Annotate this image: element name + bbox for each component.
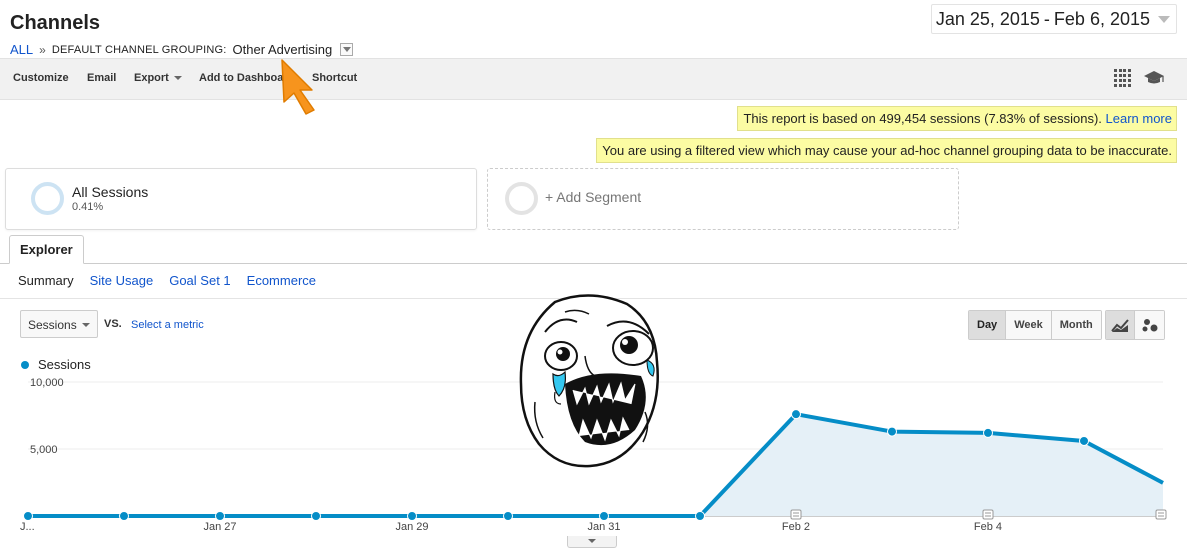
data-point: [23, 511, 33, 521]
sampling-notice: This report is based on 499,454 sessions…: [737, 106, 1177, 131]
x-tick-label: Feb 2: [782, 521, 810, 533]
page-title: Channels: [10, 12, 101, 34]
annotation-marker-icon: [1155, 509, 1167, 520]
segment-name: All Sessions: [72, 184, 149, 200]
vs-label: VS.: [104, 318, 122, 330]
grouping-dropdown-button[interactable]: [340, 43, 354, 56]
data-point: [983, 427, 993, 438]
annotation-marker-icon: [982, 509, 994, 520]
breadcrumb-grouping-label: DEFAULT CHANNEL GROUPING:: [51, 43, 227, 56]
metric-select[interactable]: Sessions: [20, 310, 98, 338]
tab-divider: [0, 263, 1187, 264]
y-tick-label: 10,000: [30, 377, 64, 389]
subtab-ecommerce[interactable]: Ecommerce: [247, 273, 316, 288]
filtered-view-notice: You are using a filtered view which may …: [596, 138, 1177, 163]
date-range-picker[interactable]: Jan 25, 2015 - Feb 6, 2015: [930, 4, 1177, 34]
data-point: [791, 409, 801, 420]
graduation-cap-icon[interactable]: [1143, 70, 1165, 86]
date-range-end: Feb 6, 2015: [1053, 8, 1150, 29]
period-day-button[interactable]: Day: [969, 311, 1007, 339]
data-point: [407, 511, 417, 521]
pointer-arrow-icon: [281, 59, 315, 115]
data-point: [119, 511, 129, 521]
export-label: Export: [134, 72, 169, 84]
learn-more-link[interactable]: Learn more: [1106, 111, 1172, 126]
date-range-start: Jan 25, 2015: [935, 8, 1040, 29]
legend-dot: [21, 360, 29, 369]
period-week-button[interactable]: Week: [1006, 311, 1052, 339]
period-toggle: Day Week Month: [968, 310, 1102, 340]
chart-view-toggle: [1105, 310, 1165, 340]
motion-chart-view-button[interactable]: [1135, 311, 1164, 339]
add-segment-label: + Add Segment: [545, 189, 642, 205]
data-point: [215, 511, 225, 521]
segment-ring-icon: [505, 182, 538, 215]
explorer-subtabs: Summary Site Usage Goal Set 1 Ecommerce: [18, 273, 316, 288]
subtab-goal-set-1[interactable]: Goal Set 1: [169, 273, 230, 288]
x-tick-label: Jan 31: [587, 521, 620, 533]
grid-icon[interactable]: [1114, 69, 1132, 87]
chevron-down-icon: [1158, 15, 1170, 23]
report-toolbar: Customize Email Export Add to Dashboard …: [0, 58, 1187, 100]
period-month-button[interactable]: Month: [1051, 311, 1101, 339]
breadcrumb-all-link[interactable]: ALL: [10, 42, 33, 57]
customize-button[interactable]: Customize: [13, 72, 69, 84]
line-chart-icon: [1111, 319, 1129, 332]
export-button[interactable]: Export: [134, 72, 182, 84]
line-chart-view-button[interactable]: [1106, 311, 1135, 339]
data-point: [887, 426, 897, 437]
data-point: [599, 511, 609, 521]
subtab-summary[interactable]: Summary: [18, 273, 74, 288]
crying-rage-face-image: [519, 294, 659, 468]
data-point: [1079, 435, 1089, 446]
subtab-site-usage[interactable]: Site Usage: [90, 273, 154, 288]
breadcrumb: ALL » DEFAULT CHANNEL GROUPING: Other Ad…: [10, 42, 354, 57]
data-point: [503, 511, 513, 521]
add-segment-button[interactable]: + Add Segment: [487, 168, 959, 230]
segment-percent: 0.41%: [72, 201, 104, 213]
x-tick-label: Jan 27: [203, 521, 236, 533]
sampling-notice-text: This report is based on 499,454 sessions…: [743, 111, 1102, 126]
breadcrumb-grouping-value: Other Advertising: [232, 42, 333, 57]
annotation-marker-icon: [790, 509, 802, 520]
tab-explorer[interactable]: Explorer: [9, 235, 84, 264]
chart-legend: Sessions: [21, 357, 91, 372]
x-tick-label: J...: [20, 521, 35, 533]
collapse-chart-button[interactable]: [567, 536, 617, 548]
y-tick-label: 5,000: [30, 444, 58, 456]
email-button[interactable]: Email: [87, 72, 116, 84]
date-range-separator: -: [1043, 8, 1050, 29]
select-metric-link[interactable]: Select a metric: [131, 319, 204, 331]
data-point: [695, 511, 705, 521]
x-tick-label: Jan 29: [395, 521, 428, 533]
caret-down-icon: [173, 76, 182, 81]
breadcrumb-separator: »: [39, 42, 46, 57]
segment-ring-icon: [31, 182, 64, 215]
data-point: [311, 511, 321, 521]
x-tick-label: Feb 4: [974, 521, 1002, 533]
segment-all-sessions[interactable]: All Sessions 0.41%: [5, 168, 477, 230]
legend-label: Sessions: [38, 357, 91, 372]
motion-chart-icon: [1142, 319, 1157, 332]
